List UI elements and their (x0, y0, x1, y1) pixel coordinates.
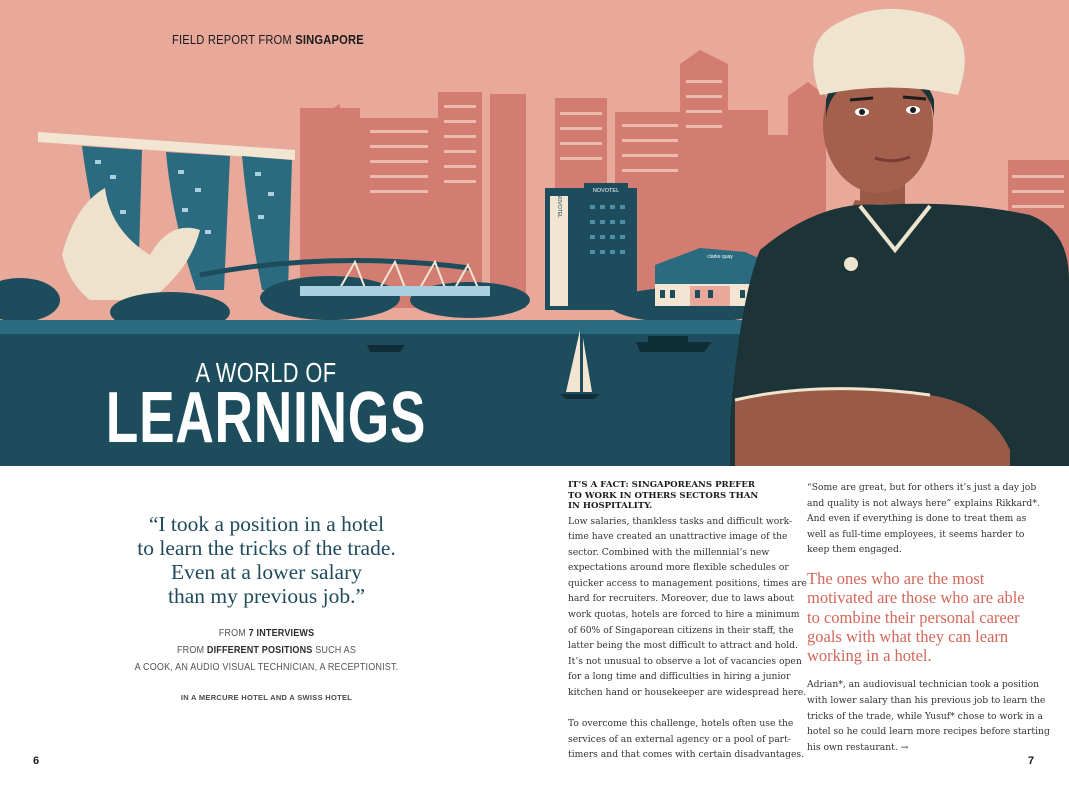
highlight-line: motivated are those who are able (807, 588, 1025, 608)
text-line: It’s not unusual to observe a lot of vac… (568, 655, 802, 667)
novotel-sign-top: NOVOTEL (593, 188, 619, 194)
paragraph: To overcome this challenge, hotels often… (568, 716, 805, 763)
text-line: Low salaries, thankless tasks and diffic… (568, 515, 793, 527)
text-line: sector. Combined with the millennial’s n… (568, 546, 770, 558)
subhead-line: IN HOSPITALITY. (568, 501, 653, 511)
highlight-line: to combine their personal career (807, 607, 1020, 627)
text-line: time have created an unattractive image … (568, 531, 788, 543)
subhead-line: TO WORK IN OTHERS SECTORS THAN (568, 490, 759, 501)
field-report-kicker: FIELD REPORT FROM SINGAPORE (172, 32, 364, 47)
highlight-line: The ones who are the most (807, 568, 985, 588)
kicker-prefix: FIELD REPORT FROM (172, 32, 296, 47)
credit-text: A COOK, AN AUDIO VISUAL TECHNICIAN, A RE… (134, 661, 399, 673)
text-line: Adrian*, an audiovisual technician took … (807, 679, 1040, 691)
article-subhead: IT’S A FACT: SINGAPOREANS PREFER TO WORK… (568, 480, 800, 512)
text-line: And even if everything is done to treat … (807, 513, 1027, 525)
pull-quote: “I took a position in a hotel to learn t… (100, 512, 433, 608)
article-column-1: IT’S A FACT: SINGAPOREANS PREFER TO WORK… (568, 480, 807, 763)
quote-line: to learn the tricks of the trade. (137, 536, 396, 560)
text-line: tricks of the trade, while Yusuf* chose … (807, 710, 1043, 722)
text-line: well as full-time employees, it seems ha… (807, 528, 1025, 540)
text-line: for a long time and difficulties in hiri… (568, 671, 791, 683)
text-line: work quotas, hotels are forced to hire a… (568, 609, 800, 621)
text-line: his own restaurant. → (807, 741, 909, 753)
text-line: hard for recruiters. Moreover, due to la… (568, 593, 794, 605)
credit-emphasis: 7 INTERVIEWS (248, 627, 315, 639)
text-line: of 60% of Singaporean citizens in their … (568, 624, 794, 636)
hotels-note: IN A MERCURE HOTEL AND A SWISS HOTEL (180, 693, 353, 702)
text-line: expectations around more flexible schedu… (568, 562, 789, 574)
clarke-quay-sign: clarke quay (707, 254, 733, 260)
paragraph: Low salaries, thankless tasks and diffic… (568, 514, 807, 701)
hero-illustration: NOVOTEL NOVOTEL clarke quay FIELD REPORT… (0, 0, 1069, 466)
text-line: latter being the most difficult to attra… (568, 640, 798, 652)
text-line: kitchen hand or housekeeper are widespre… (568, 687, 807, 699)
subhead-line: IT’S A FACT: SINGAPOREANS PREFER (568, 480, 756, 490)
quote-line: Even at a lower salary (170, 560, 363, 584)
page-number-right: 7 (1028, 755, 1035, 767)
text-line: and quality is not always here” explains… (807, 497, 1040, 509)
article-column-2: “Some are great, but for others it’s jus… (807, 480, 1050, 755)
novotel-building: NOVOTEL NOVOTEL (545, 183, 637, 310)
credit-text: FROM (218, 627, 249, 639)
text-line: To overcome this challenge, hotels often… (568, 718, 794, 730)
text-line: services of an external agency or a pool… (568, 733, 791, 745)
text-line: quicker access to management positions, … (568, 577, 807, 589)
highlight-line: goals with what they can learn (807, 626, 1009, 646)
novotel-sign-vertical: NOVOTEL (556, 194, 562, 218)
text-line: timers and that comes with certain disad… (568, 749, 805, 761)
paragraph: “Some are great, but for others it’s jus… (807, 480, 1040, 558)
paragraph: Adrian*, an audiovisual technician took … (807, 677, 1050, 755)
title-line-2: LEARNINGS (105, 378, 427, 458)
kicker-city: SINGAPORE (295, 32, 364, 47)
interviews-credit: FROM 7 INTERVIEWS FROM DIFFERENT POSITIO… (110, 625, 423, 676)
page-number-left: 6 (33, 755, 40, 767)
quote-line: “I took a position in a hotel (148, 512, 385, 536)
credit-text: SUCH AS (312, 644, 357, 656)
text-line: hotel so he could learn more recipes bef… (807, 726, 1050, 738)
credit-emphasis: DIFFERENT POSITIONS (206, 644, 313, 656)
highlight-quote: The ones who are the most motivated are … (807, 569, 1039, 665)
credit-text: FROM (176, 644, 207, 656)
quote-line: than my previous job.” (167, 584, 366, 608)
highlight-line: working in a hotel. (807, 646, 932, 666)
text-line: with lower salary than his previous job … (807, 695, 1046, 707)
text-line: keep them engaged. (807, 544, 902, 556)
text-line: “Some are great, but for others it’s jus… (807, 482, 1037, 493)
